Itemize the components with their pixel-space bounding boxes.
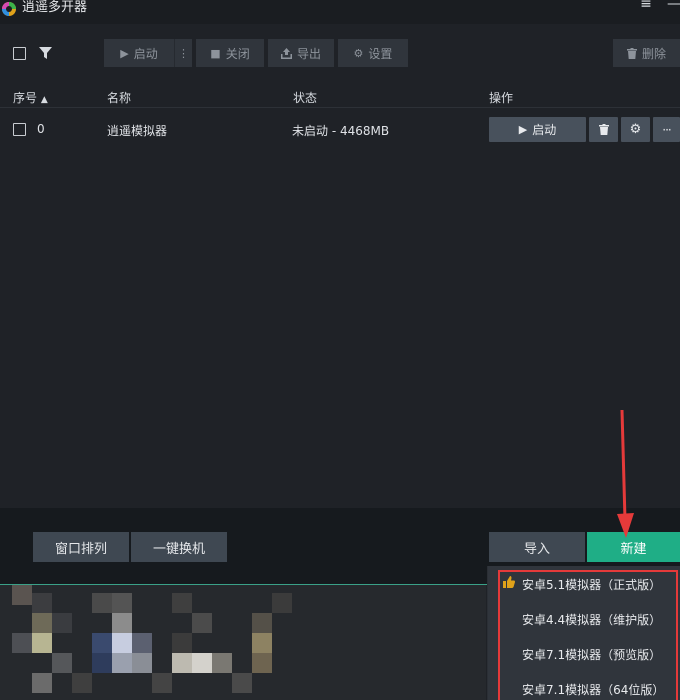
- export-icon: [280, 47, 292, 59]
- row-start-label: 启动: [532, 123, 557, 137]
- toolbar-close-label: 关闭: [225, 46, 250, 61]
- app-logo-icon: [2, 2, 16, 16]
- column-header-index[interactable]: 序号 ▲: [13, 89, 48, 106]
- toolbar-delete-label: 删除: [641, 46, 666, 61]
- toolbar-close-button[interactable]: ■ 关闭: [196, 39, 264, 67]
- row-checkbox[interactable]: [13, 123, 26, 136]
- menu-item-android-5-1[interactable]: 安卓5.1模拟器（正式版）: [522, 576, 661, 593]
- one-key-switch-button[interactable]: 一键换机: [131, 532, 227, 562]
- toolbar-settings-label: 设置: [368, 46, 393, 61]
- column-header-status: 状态: [293, 91, 318, 105]
- menu-item-android-4-4[interactable]: 安卓4.4模拟器（维护版）: [522, 611, 661, 628]
- menu-item-android-7-1-preview[interactable]: 安卓7.1模拟器（预览版）: [522, 646, 661, 663]
- play-icon: ▶: [120, 46, 129, 60]
- start-more-button[interactable]: ⋮: [175, 39, 192, 67]
- blurred-background-region: [0, 585, 486, 700]
- window-title: 逍遥多开器: [22, 0, 88, 15]
- column-header-actions: 操作: [489, 91, 514, 105]
- window-arrange-button[interactable]: 窗口排列: [33, 532, 129, 562]
- row-delete-button[interactable]: [589, 117, 618, 142]
- stop-icon: ■: [210, 46, 221, 60]
- table-header: [0, 86, 680, 108]
- minimize-button[interactable]: —: [666, 0, 680, 12]
- toolbar-delete-button[interactable]: 删除: [613, 39, 680, 67]
- toolbar-settings-button[interactable]: ⚙ 设置: [338, 39, 408, 67]
- title-bar: [0, 0, 680, 24]
- row-index: 0: [37, 122, 45, 136]
- vertical-dots-icon: ⋮: [178, 46, 189, 60]
- filter-icon[interactable]: [39, 47, 52, 60]
- toolbar-export-button[interactable]: 导出: [268, 39, 334, 67]
- gear-icon: ⚙: [629, 122, 642, 137]
- column-header-name: 名称: [107, 91, 132, 105]
- row-start-button[interactable]: ▶ 启动: [489, 117, 586, 142]
- thumbs-up-icon: [503, 576, 515, 588]
- gear-icon: ⚙: [353, 46, 364, 60]
- toolbar-start-button[interactable]: ▶ 启动: [104, 39, 174, 67]
- row-more-button[interactable]: ···: [653, 117, 680, 142]
- menu-item-android-7-1-64bit[interactable]: 安卓7.1模拟器（64位版）: [522, 681, 664, 698]
- trash-icon: [598, 124, 609, 135]
- play-icon: ▶: [518, 123, 528, 136]
- toolbar-export-label: 导出: [296, 46, 321, 61]
- row-status: 未启动 - 4468MB: [292, 124, 390, 138]
- trash-icon: [626, 47, 637, 59]
- import-button[interactable]: 导入: [489, 532, 585, 562]
- select-all-checkbox[interactable]: [13, 47, 26, 60]
- start-split-button[interactable]: ▶ 启动 ⋮: [104, 39, 192, 67]
- row-name: 逍遥模拟器: [107, 124, 168, 138]
- more-dots-icon: ···: [662, 122, 672, 137]
- sort-ascending-icon: ▲: [40, 95, 48, 105]
- annotation-arrow: [617, 410, 634, 538]
- menu-icon[interactable]: ≡: [638, 0, 654, 12]
- toolbar-start-label: 启动: [133, 46, 158, 61]
- row-settings-button[interactable]: ⚙: [621, 117, 650, 142]
